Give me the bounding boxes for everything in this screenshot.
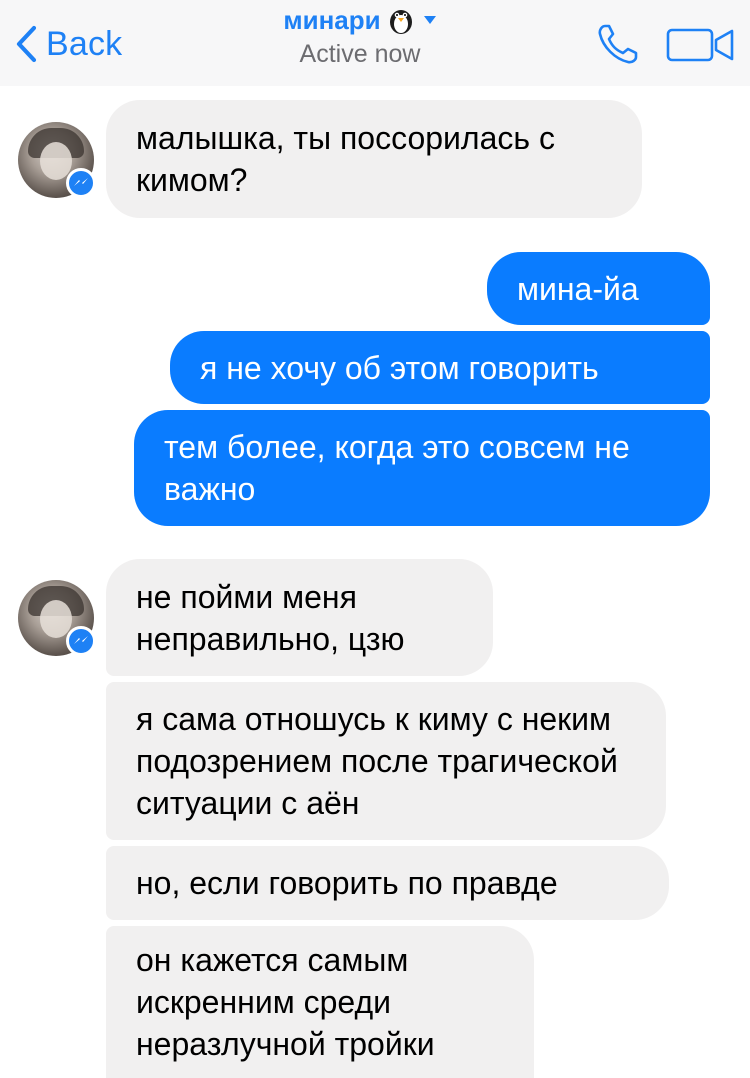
- message-text: мина-йа: [517, 270, 639, 307]
- call-button[interactable]: [594, 20, 642, 73]
- message-text: он кажется самым искренним среди неразлу…: [136, 942, 435, 1062]
- message-bubble-outgoing[interactable]: мина-йа: [487, 252, 710, 325]
- message-text: тем более, когда это совсем не важно: [164, 429, 630, 507]
- video-call-button[interactable]: [666, 26, 736, 69]
- message-text: малышка, ты поссорилась с кимом?: [136, 120, 555, 198]
- message-bubble-incoming[interactable]: я сама отношусь к киму с неким подозрени…: [106, 682, 666, 840]
- messenger-badge-icon: [66, 168, 96, 198]
- caret-down-icon: [423, 15, 437, 25]
- contact-name-button[interactable]: минари: [220, 4, 500, 36]
- message-bubble-incoming[interactable]: не пойми меня неправильно, цзю: [106, 559, 493, 676]
- back-label: Back: [46, 24, 123, 63]
- active-status: Active now: [299, 40, 421, 68]
- contact-avatar[interactable]: [18, 580, 96, 656]
- contact-name: минари: [283, 4, 381, 35]
- phone-icon: [598, 24, 638, 64]
- message-bubble-outgoing[interactable]: я не хочу об этом говорить: [170, 331, 710, 404]
- video-camera-icon: [666, 28, 734, 62]
- messenger-badge-icon: [66, 626, 96, 656]
- message-bubble-incoming[interactable]: он кажется самым искренним среди неразлу…: [106, 926, 534, 1078]
- penguin-emoji-icon: [387, 5, 415, 35]
- contact-avatar[interactable]: [18, 122, 96, 198]
- chevron-left-icon: [16, 25, 37, 63]
- conversation-title: минари Active now: [220, 4, 500, 69]
- message-bubble-incoming[interactable]: малышка, ты поссорилась с кимом?: [106, 100, 642, 218]
- message-bubble-incoming[interactable]: но, если говорить по правде: [106, 846, 669, 920]
- back-button[interactable]: Back: [14, 20, 122, 68]
- message-bubble-outgoing[interactable]: тем более, когда это совсем не важно: [134, 410, 710, 526]
- message-text: я не хочу об этом говорить: [200, 349, 599, 386]
- message-text: не пойми меня неправильно, цзю: [136, 578, 405, 657]
- chat-header: Back минари Active now: [0, 0, 750, 86]
- message-text: но, если говорить по правде: [136, 865, 558, 901]
- message-text: я сама отношусь к киму с неким подозрени…: [136, 701, 618, 821]
